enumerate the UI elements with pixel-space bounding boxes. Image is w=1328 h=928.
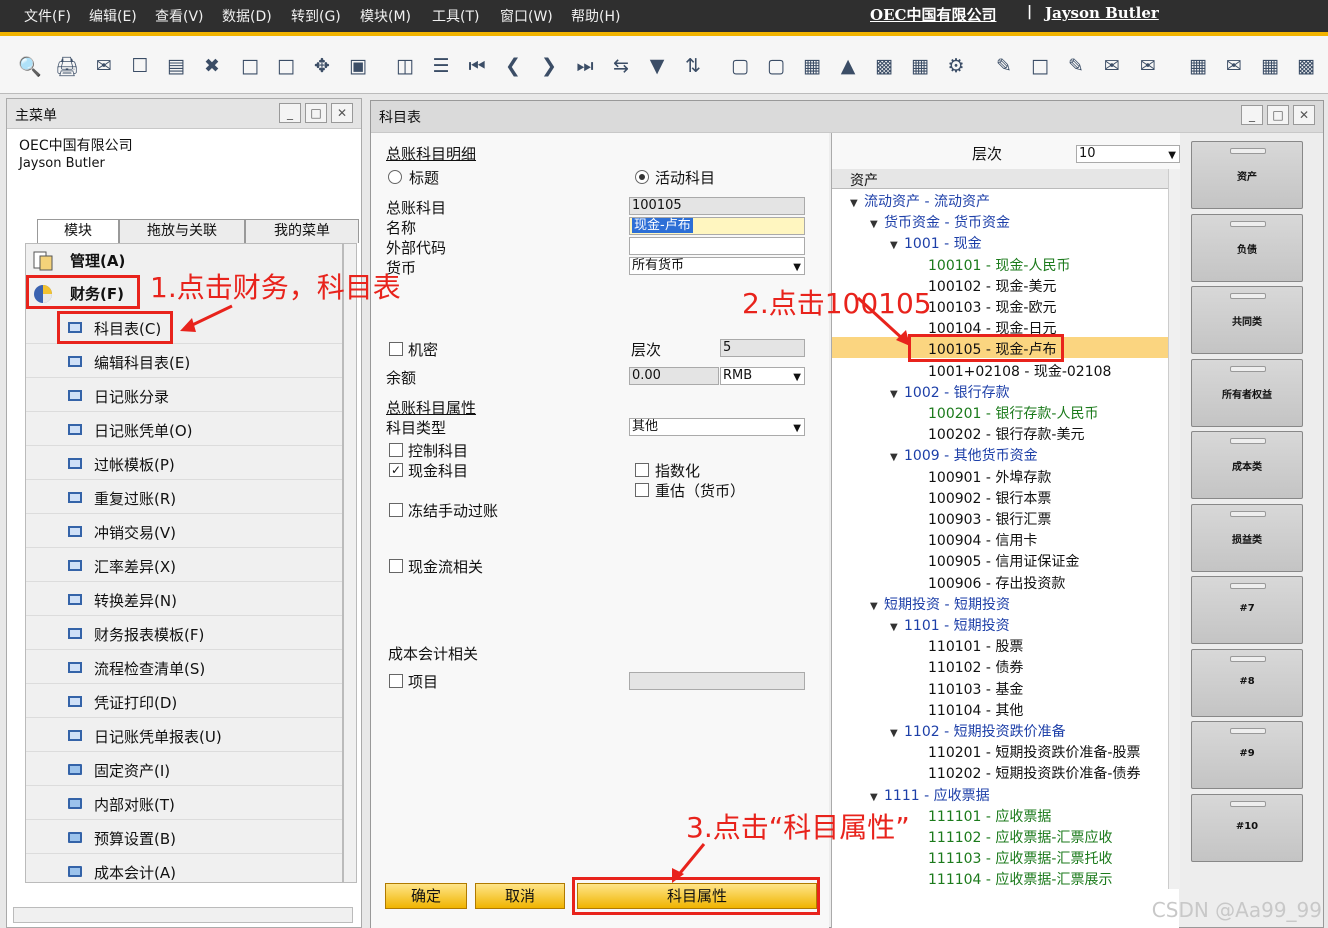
- annotation-arrows: [180, 296, 910, 883]
- watermark: CSDN @Aa99_99: [1151, 898, 1322, 922]
